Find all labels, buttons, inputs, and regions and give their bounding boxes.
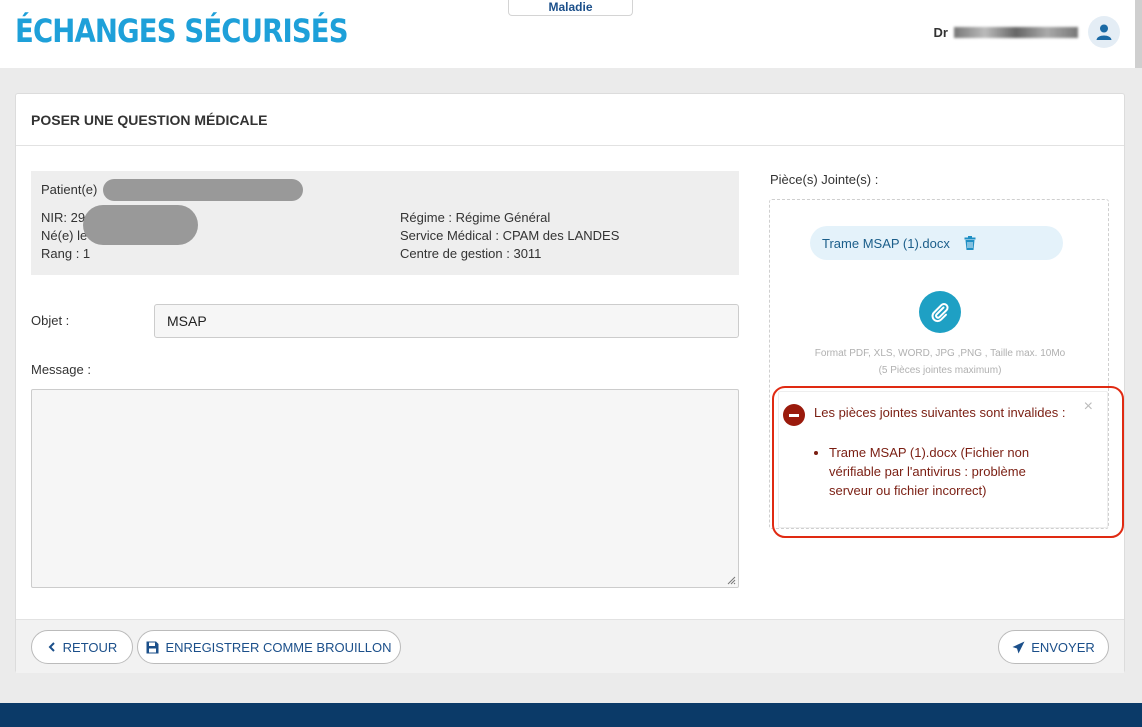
- rang-label: Rang : 1: [41, 246, 91, 261]
- trash-icon[interactable]: [964, 236, 976, 250]
- format-hint-line1: Format PDF, XLS, WORD, JPG ,PNG , Taille…: [814, 348, 1066, 359]
- user-menu[interactable]: Dr: [934, 16, 1120, 48]
- attached-file-chip: Trame MSAP (1).docx: [810, 226, 1063, 260]
- service-label: Service Médical : CPAM des LANDES: [400, 228, 620, 243]
- patient-info-box: Patient(e) NIR: 29 Né(e) le Rang : 1 Rég…: [31, 171, 739, 275]
- question-panel: POSER UNE QUESTION MÉDICALE Patient(e) N…: [15, 93, 1125, 673]
- scrollbar[interactable]: [1135, 0, 1142, 68]
- save-draft-label: ENREGISTRER COMME BROUILLON: [165, 639, 392, 655]
- page-title: POSER UNE QUESTION MÉDICALE: [16, 94, 1124, 146]
- bottom-bar: [0, 703, 1142, 727]
- patient-label: Patient(e): [41, 182, 98, 197]
- patient-name-redacted: [103, 179, 303, 201]
- centre-label: Centre de gestion : 3011: [400, 246, 542, 261]
- paperclip-icon: [931, 303, 949, 323]
- format-hint-line2: (5 Pièces jointes maximum): [878, 365, 1002, 376]
- save-draft-button[interactable]: ENREGISTRER COMME BROUILLON: [137, 630, 401, 664]
- message-label: Message :: [31, 362, 91, 377]
- user-prefix: Dr: [933, 24, 948, 40]
- tab-maladie[interactable]: Maladie: [508, 0, 633, 16]
- objet-label: Objet :: [31, 313, 70, 328]
- objet-input[interactable]: MSAP: [154, 304, 739, 338]
- user-avatar-icon[interactable]: [1088, 16, 1120, 48]
- attached-file-name: Trame MSAP (1).docx: [822, 235, 950, 251]
- brand-title: ÉCHANGES SÉCURISÉS: [15, 12, 349, 50]
- send-icon: [1012, 641, 1025, 653]
- chevron-left-icon: [48, 642, 55, 652]
- retour-label: RETOUR: [62, 639, 118, 655]
- highlight-annotation: [772, 386, 1124, 538]
- attachments-label: Pièce(s) Jointe(s) :: [770, 172, 879, 187]
- regime-label: Régime : Régime Général: [400, 210, 551, 225]
- user-name-redacted: [954, 26, 1078, 38]
- top-header: ÉCHANGES SÉCURISÉS Maladie Dr: [0, 0, 1142, 68]
- envoyer-button[interactable]: ENVOYER: [998, 630, 1109, 664]
- attach-file-button[interactable]: [919, 291, 961, 333]
- format-hint: Format PDF, XLS, WORD, JPG ,PNG , Taille…: [770, 345, 1110, 379]
- resize-grip-icon[interactable]: [727, 576, 736, 585]
- nir-redacted: [83, 205, 198, 245]
- retour-button[interactable]: RETOUR: [31, 630, 133, 664]
- envoyer-label: ENVOYER: [1031, 639, 1095, 655]
- action-bar: RETOUR ENREGISTRER COMME BROUILLON ENVOY…: [16, 619, 1124, 673]
- nir-label: NIR: 29: [41, 210, 86, 225]
- birthdate-label: Né(e) le: [41, 228, 88, 243]
- message-textarea[interactable]: [31, 389, 739, 588]
- floppy-disk-icon: [146, 641, 159, 653]
